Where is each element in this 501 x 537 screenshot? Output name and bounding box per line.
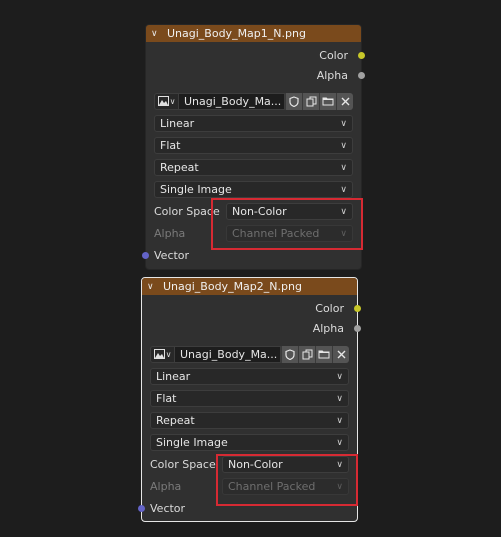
fake-user-button[interactable]	[285, 92, 302, 110]
color-space-row: Color Space Non-Color ∨	[150, 456, 349, 473]
chevron-down-icon: ∨	[336, 393, 343, 404]
unlink-image-button[interactable]	[332, 345, 349, 363]
chevron-down-icon: ∨	[336, 481, 343, 492]
color-space-row: Color Space Non-Color ∨	[154, 203, 353, 220]
alpha-mode-value: Channel Packed	[232, 227, 320, 240]
source-value: Single Image	[160, 183, 232, 196]
chevron-down-icon: ∨	[336, 459, 343, 470]
alpha-mode-row: Alpha Channel Packed ∨	[150, 478, 349, 495]
duplicate-image-button[interactable]	[302, 92, 319, 110]
alpha-output-socket[interactable]	[354, 324, 361, 332]
projection-value: Flat	[160, 139, 181, 152]
color-space-label: Color Space	[154, 205, 220, 218]
close-icon	[341, 97, 350, 106]
chevron-down-icon: ∨	[165, 349, 172, 359]
input-vector-row: Vector	[138, 499, 357, 517]
interpolation-dropdown[interactable]: Linear ∨	[154, 115, 353, 132]
duplicate-icon	[302, 349, 313, 360]
image-selector: ∨ Unagi_Body_Ma...	[150, 345, 349, 363]
alpha-output-socket[interactable]	[358, 71, 365, 79]
collapse-chevron-icon[interactable]: ∨	[147, 282, 157, 292]
projection-dropdown[interactable]: Flat ∨	[150, 390, 349, 407]
node-title: Unagi_Body_Map1_N.png	[167, 27, 306, 40]
output-alpha-label: Alpha	[312, 321, 344, 335]
output-color-label: Color	[315, 301, 344, 315]
image-selector: ∨ Unagi_Body_Ma...	[154, 92, 353, 110]
extension-dropdown[interactable]: Repeat ∨	[154, 159, 353, 176]
unlink-image-button[interactable]	[336, 92, 353, 110]
alpha-mode-row: Alpha Channel Packed ∨	[154, 225, 353, 242]
alpha-mode-dropdown: Channel Packed ∨	[226, 225, 353, 242]
image-browse-button[interactable]: ∨	[154, 92, 179, 110]
source-dropdown[interactable]: Single Image ∨	[154, 181, 353, 198]
output-color-row: Color	[142, 298, 361, 318]
alpha-mode-label: Alpha	[150, 480, 182, 493]
image-icon	[153, 349, 165, 359]
extension-value: Repeat	[160, 161, 199, 174]
node-title: Unagi_Body_Map2_N.png	[163, 280, 302, 293]
color-space-dropdown[interactable]: Non-Color ∨	[222, 456, 349, 473]
input-vector-label: Vector	[150, 501, 186, 515]
color-space-value: Non-Color	[232, 205, 287, 218]
output-alpha-row: Alpha	[142, 318, 361, 338]
output-alpha-label: Alpha	[316, 68, 348, 82]
chevron-down-icon: ∨	[336, 415, 343, 426]
input-vector-label: Vector	[154, 248, 190, 262]
fake-user-button[interactable]	[281, 345, 298, 363]
image-name-field[interactable]: Unagi_Body_Ma...	[179, 92, 285, 110]
chevron-down-icon: ∨	[336, 437, 343, 448]
alpha-mode-label: Alpha	[154, 227, 186, 240]
close-icon	[337, 350, 346, 359]
image-icon	[157, 96, 169, 106]
chevron-down-icon: ∨	[340, 206, 347, 217]
shield-icon	[289, 95, 299, 107]
duplicate-image-button[interactable]	[298, 345, 315, 363]
open-image-button[interactable]	[319, 92, 336, 110]
chevron-down-icon: ∨	[340, 228, 347, 239]
collapse-chevron-icon[interactable]: ∨	[151, 29, 161, 39]
chevron-down-icon: ∨	[340, 140, 347, 151]
chevron-down-icon: ∨	[340, 162, 347, 173]
source-dropdown[interactable]: Single Image ∨	[150, 434, 349, 451]
image-name-field[interactable]: Unagi_Body_Ma...	[175, 345, 281, 363]
duplicate-icon	[306, 96, 317, 107]
chevron-down-icon: ∨	[336, 371, 343, 382]
vector-input-socket[interactable]	[142, 251, 149, 259]
node-header[interactable]: ∨ Unagi_Body_Map2_N.png	[142, 278, 357, 295]
image-texture-node-1[interactable]: ∨ Unagi_Body_Map1_N.png Color Alpha ∨ Un…	[142, 24, 365, 270]
output-color-row: Color	[146, 45, 365, 65]
color-output-socket[interactable]	[358, 51, 365, 59]
folder-icon	[318, 349, 330, 359]
folder-icon	[322, 96, 334, 106]
color-space-dropdown[interactable]: Non-Color ∨	[226, 203, 353, 220]
extension-value: Repeat	[156, 414, 195, 427]
shield-icon	[285, 348, 295, 360]
open-image-button[interactable]	[315, 345, 332, 363]
chevron-down-icon: ∨	[340, 118, 347, 129]
projection-dropdown[interactable]: Flat ∨	[154, 137, 353, 154]
alpha-mode-dropdown: Channel Packed ∨	[222, 478, 349, 495]
node-header[interactable]: ∨ Unagi_Body_Map1_N.png	[146, 25, 361, 42]
output-color-label: Color	[319, 48, 348, 62]
image-texture-node-2[interactable]: ∨ Unagi_Body_Map2_N.png Color Alpha ∨ Un…	[138, 277, 361, 522]
source-value: Single Image	[156, 436, 228, 449]
interpolation-value: Linear	[156, 370, 191, 383]
interpolation-value: Linear	[160, 117, 195, 130]
alpha-mode-value: Channel Packed	[228, 480, 316, 493]
color-space-value: Non-Color	[228, 458, 283, 471]
output-alpha-row: Alpha	[146, 65, 365, 85]
color-space-label: Color Space	[150, 458, 216, 471]
image-browse-button[interactable]: ∨	[150, 345, 175, 363]
vector-input-socket[interactable]	[138, 504, 145, 512]
color-output-socket[interactable]	[354, 304, 361, 312]
interpolation-dropdown[interactable]: Linear ∨	[150, 368, 349, 385]
chevron-down-icon: ∨	[340, 184, 347, 195]
extension-dropdown[interactable]: Repeat ∨	[150, 412, 349, 429]
input-vector-row: Vector	[142, 246, 361, 264]
projection-value: Flat	[156, 392, 177, 405]
chevron-down-icon: ∨	[169, 96, 176, 106]
